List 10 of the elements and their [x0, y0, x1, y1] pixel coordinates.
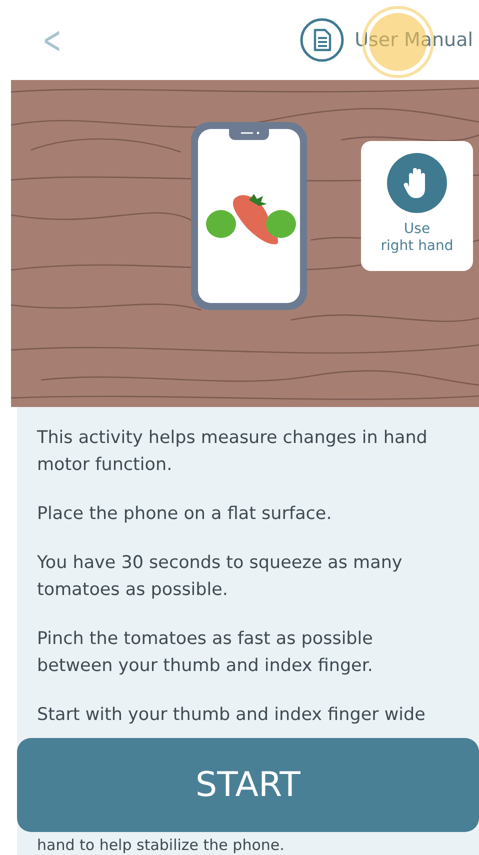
hand-icon	[387, 153, 447, 213]
instruction-text: Start with your thumb and index finger wide	[37, 704, 426, 727]
instruction-text: hand to help stabilize the phone.	[37, 836, 286, 854]
instruction-text: Pinch the tomatoes as fast as possible between your thumb and index finger.	[37, 628, 374, 678]
instruction-text: You have 30 seconds to squeeze as many tomatoes as possible.	[37, 552, 404, 602]
hand-instruction: Use right hand	[380, 221, 454, 255]
document-icon	[298, 17, 345, 63]
instruction-text: Place the phone on a flat surface.	[37, 503, 333, 526]
instruction-text: This activity helps measure changes in hand motor function.	[37, 427, 428, 477]
start-button[interactable]: START	[17, 738, 479, 832]
